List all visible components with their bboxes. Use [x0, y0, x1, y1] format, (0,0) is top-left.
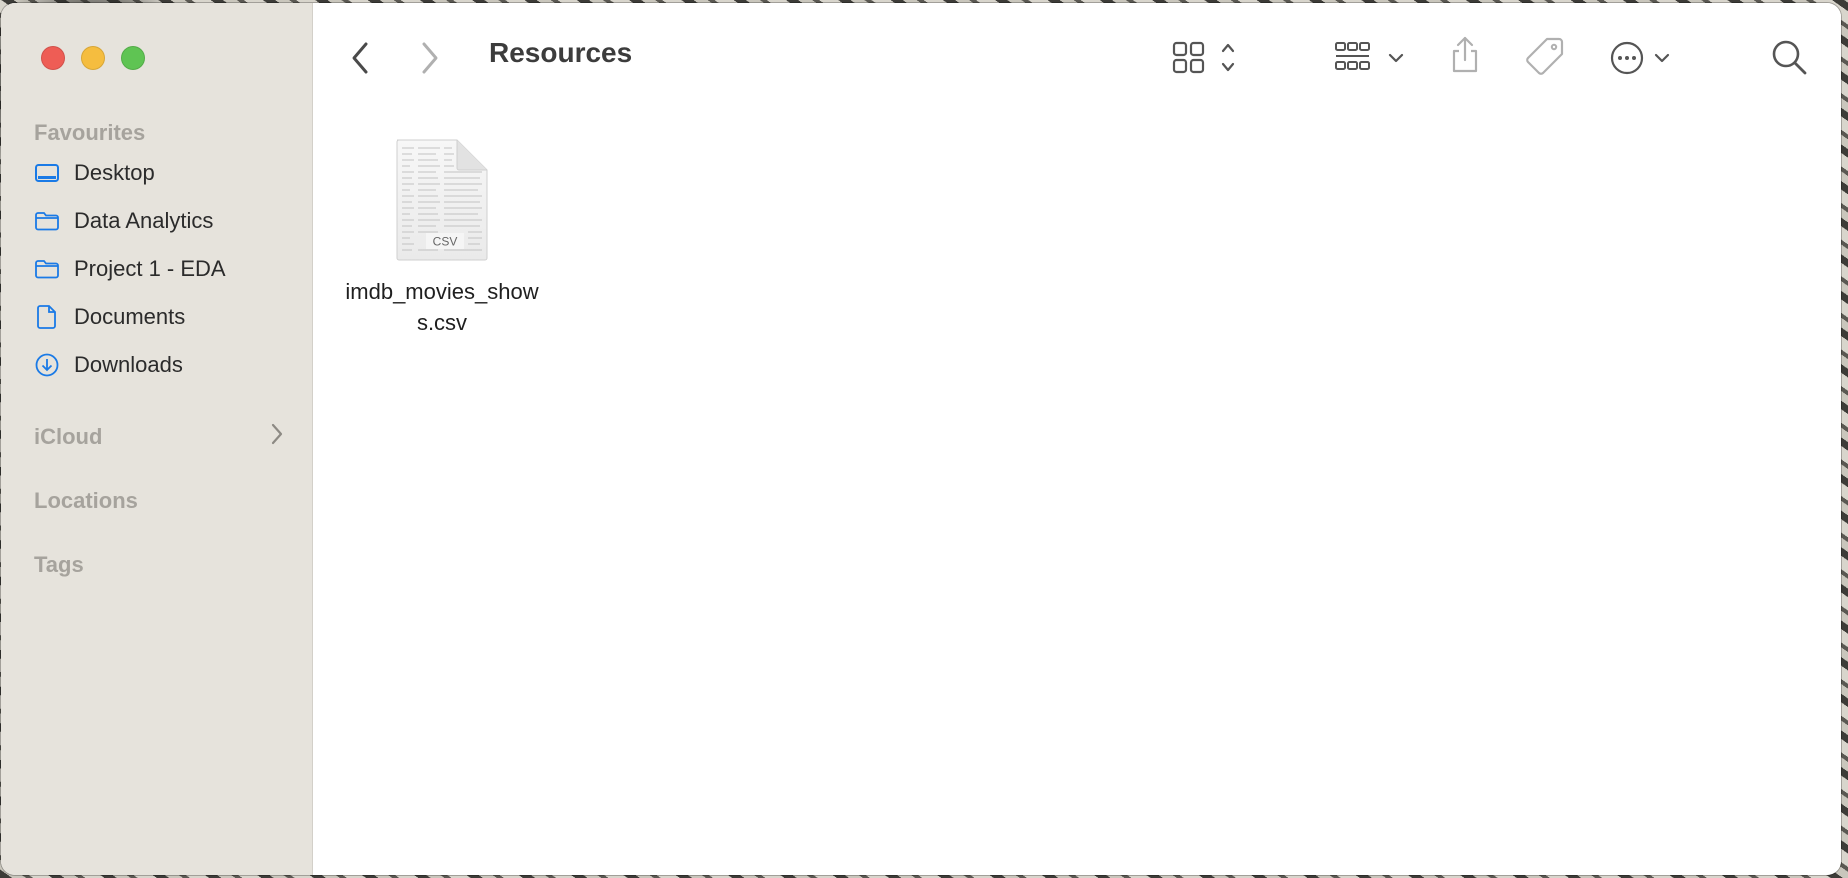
view-mode-selector[interactable]: [1171, 39, 1241, 77]
favourites-section-title: Favourites: [34, 120, 146, 145]
sidebar-item-label: Desktop: [74, 160, 155, 185]
group-by-selector[interactable]: [1333, 39, 1423, 77]
more-icon: [1610, 41, 1670, 75]
sidebar-item-label: Downloads: [74, 352, 183, 377]
more-actions-button[interactable]: [1609, 39, 1679, 77]
tag-icon: [1526, 37, 1564, 75]
back-button[interactable]: [345, 39, 375, 77]
file-item[interactable]: CSV imdb_movies_shows.csv: [336, 138, 548, 338]
tag-button[interactable]: [1523, 35, 1567, 77]
download-icon: [34, 352, 60, 378]
chevron-right-icon[interactable]: [269, 421, 285, 447]
forward-icon: [422, 42, 438, 74]
file-type-badge: CSV: [433, 235, 458, 249]
sidebar-item-label: Project 1 - EDA: [74, 256, 226, 281]
maximize-button[interactable]: [121, 46, 145, 70]
folder-icon: [34, 208, 60, 234]
main-content: Resources CSV imdb_movies_shows.csv: [313, 3, 1841, 875]
tags-section-title: Tags: [34, 552, 84, 577]
sidebar-item-project-1-eda[interactable]: Project 1 - EDA: [34, 249, 296, 289]
desktop-icon: [34, 160, 60, 186]
back-icon: [352, 42, 368, 74]
search-icon: [1772, 40, 1807, 75]
csv-file-icon: CSV: [392, 138, 492, 262]
folder-icon: [34, 256, 60, 282]
share-icon: [1452, 36, 1478, 73]
icon-view-icon: [1172, 41, 1235, 74]
share-button[interactable]: [1447, 33, 1483, 79]
sidebar-item-label: Data Analytics: [74, 208, 214, 233]
sidebar-item-data-analytics[interactable]: Data Analytics: [34, 201, 296, 241]
icloud-section-title[interactable]: iCloud: [34, 424, 102, 450]
sidebar-item-documents[interactable]: Documents: [34, 297, 296, 337]
sidebar: Favourites Desktop Data Analytics Projec…: [1, 3, 313, 875]
search-button[interactable]: [1769, 37, 1809, 77]
sidebar-item-label: Documents: [74, 304, 186, 329]
close-button[interactable]: [41, 46, 65, 70]
group-icon: [1335, 42, 1404, 70]
sidebar-item-desktop[interactable]: Desktop: [34, 153, 296, 193]
window-title: Resources: [489, 37, 633, 68]
minimize-button[interactable]: [81, 46, 105, 70]
file-name: imdb_movies_shows.csv: [345, 279, 539, 335]
locations-section-title: Locations: [34, 488, 138, 513]
document-icon: [34, 304, 60, 330]
finder-window: Favourites Desktop Data Analytics Projec…: [1, 3, 1841, 875]
sidebar-item-downloads[interactable]: Downloads: [34, 345, 296, 385]
forward-button[interactable]: [415, 39, 445, 77]
